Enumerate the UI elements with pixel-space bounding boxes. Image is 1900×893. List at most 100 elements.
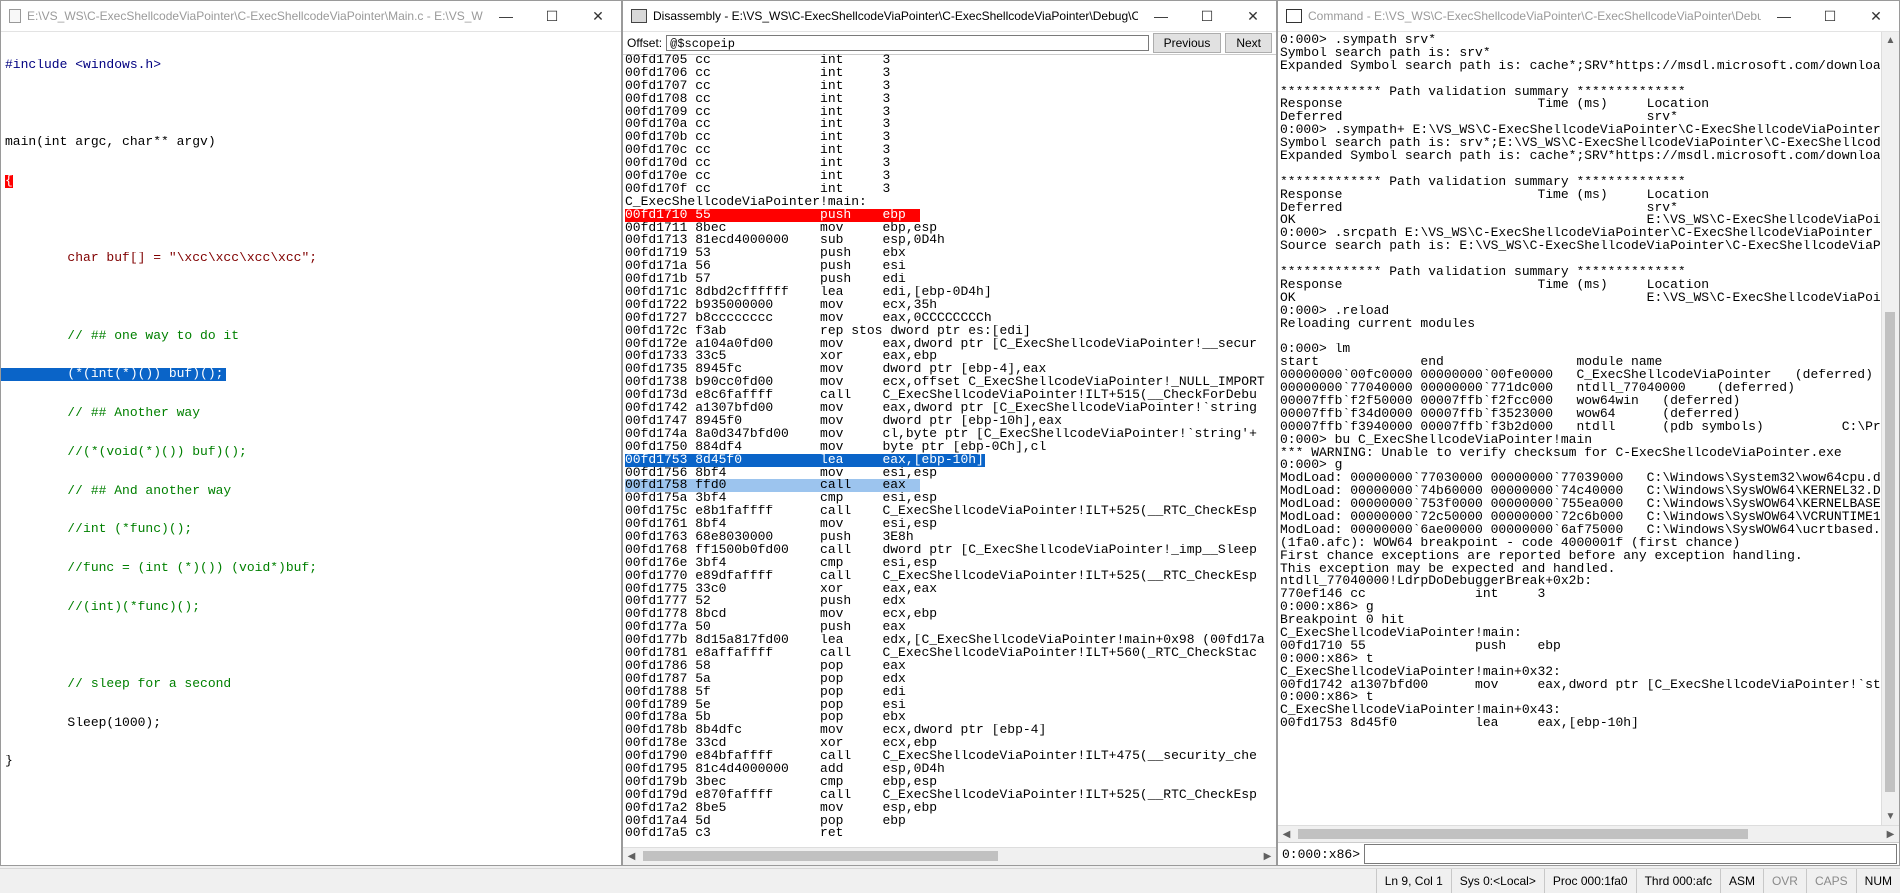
disassembly-line[interactable]: 00fd1722 b935000000 mov ecx,35h <box>625 299 1276 312</box>
disassembly-line[interactable]: 00fd177b 8d15a817fd00 lea edx,[C_ExecShe… <box>625 634 1276 647</box>
command-output-line: 00007ffb`f3940000 00007ffb`f3b2d000 ntdl… <box>1280 420 1880 434</box>
disassembly-line[interactable]: 00fd1705 cc int 3 <box>625 54 1276 67</box>
disassembly-line[interactable]: 00fd1768 ff1500b0fd00 call dword ptr [C_… <box>625 544 1276 557</box>
source-code-view[interactable]: #include <windows.h> main(int argc, char… <box>1 33 621 794</box>
disassembly-line[interactable]: 00fd1753 8d45f0 lea eax,[ebp-10h] <box>625 453 985 467</box>
disassembly-line[interactable]: 00fd170c cc int 3 <box>625 144 1276 157</box>
command-output-line: Expanded Symbol search path is: cache*;S… <box>1280 59 1880 73</box>
scroll-up-icon[interactable]: ▲ <box>1882 32 1899 49</box>
command-output-line: 0:000:x86> t <box>1280 691 1374 705</box>
disassembly-line[interactable]: 00fd1733 33c5 xor eax,ebp <box>625 350 1276 363</box>
disassembly-titlebar[interactable]: Disassembly - E:\VS_WS\C-ExecShellcodeVi… <box>623 1 1276 32</box>
disassembly-line[interactable]: 00fd170e cc int 3 <box>625 170 1276 183</box>
disassembly-line[interactable]: 00fd172e a104a0fd00 mov eax,dword ptr [C… <box>625 338 1276 351</box>
disassembly-line[interactable]: 00fd1719 53 push ebx <box>625 247 1276 260</box>
disassembly-line[interactable]: 00fd171b 57 push edi <box>625 273 1276 286</box>
disassembly-line[interactable]: 00fd1778 8bcd mov ecx,ebp <box>625 608 1276 621</box>
disassembly-line[interactable]: 00fd170d cc int 3 <box>625 157 1276 170</box>
command-horizontal-scrollbar[interactable]: ◀ ▶ <box>1278 825 1899 843</box>
disassembly-line[interactable]: 00fd1710 55 push ebp <box>625 208 920 222</box>
disassembly-line[interactable]: 00fd1708 cc int 3 <box>625 93 1276 106</box>
disassembly-line[interactable]: 00fd1761 8bf4 mov esi,esp <box>625 518 1276 531</box>
minimize-button[interactable]: — <box>483 1 529 31</box>
disassembly-line[interactable]: 00fd170f cc int 3 <box>625 183 1276 196</box>
command-vertical-scrollbar[interactable]: ▲ ▼ <box>1881 32 1899 825</box>
disassembly-line[interactable]: 00fd179b 3bec cmp ebp,esp <box>625 776 1276 789</box>
disassembly-line[interactable]: 00fd170a cc int 3 <box>625 118 1276 131</box>
disassembly-line[interactable]: 00fd170b cc int 3 <box>625 131 1276 144</box>
disassembly-line[interactable]: 00fd1738 b90cc0fd00 mov ecx,offset C_Exe… <box>625 376 1276 389</box>
disassembly-line[interactable]: C_ExecShellcodeViaPointer!main: <box>625 196 1276 209</box>
disassembly-line[interactable]: 00fd1713 81ecd4000000 sub esp,0D4h <box>625 234 1276 247</box>
previous-button[interactable]: Previous <box>1152 33 1222 53</box>
command-output-line: 0:000> .srcpath E:\VS_WS\C-ExecShellcode… <box>1280 227 1873 241</box>
minimize-button[interactable]: — <box>1761 1 1807 31</box>
disassembly-line[interactable]: 00fd1781 e8affaffff call C_ExecShellcode… <box>625 647 1276 660</box>
scrollbar-thumb[interactable] <box>1298 829 1748 839</box>
disassembly-line[interactable]: 00fd1790 e84bfaffff call C_ExecShellcode… <box>625 750 1276 763</box>
close-button[interactable]: ✕ <box>1853 1 1899 31</box>
disassembly-line[interactable]: 00fd178b 8b4dfc mov ecx,dword ptr [ebp-4… <box>625 724 1276 737</box>
next-button[interactable]: Next <box>1225 33 1272 53</box>
disassembly-line[interactable]: 00fd1788 5f pop edi <box>625 686 1276 699</box>
disassembly-line[interactable]: 00fd171a 56 push esi <box>625 260 1276 273</box>
disassembly-line[interactable]: 00fd177a 50 push eax <box>625 621 1276 634</box>
disassembly-line[interactable]: 00fd1775 33c0 xor eax,eax <box>625 583 1276 596</box>
disassembly-window[interactable]: Disassembly - E:\VS_WS\C-ExecShellcodeVi… <box>622 0 1277 866</box>
disassembly-line[interactable]: 00fd173d e8c6faffff call C_ExecShellcode… <box>625 389 1276 402</box>
scrollbar-thumb[interactable] <box>1885 312 1895 792</box>
disassembly-line[interactable]: 00fd1787 5a pop edx <box>625 673 1276 686</box>
close-button[interactable]: ✕ <box>575 1 621 31</box>
command-window[interactable]: Command - E:\VS_WS\C-ExecShellcodeViaPoi… <box>1277 0 1900 866</box>
disassembly-line[interactable]: 00fd1756 8bf4 mov esi,esp <box>625 467 1276 480</box>
disassembly-line[interactable]: 00fd171c 8dbd2cffffff lea edi,[ebp-0D4h] <box>625 286 1276 299</box>
scroll-right-icon[interactable]: ▶ <box>1259 848 1276 865</box>
maximize-button[interactable]: ☐ <box>1184 1 1230 31</box>
disassembly-line[interactable]: 00fd1789 5e pop esi <box>625 699 1276 712</box>
disassembly-line[interactable]: 00fd178a 5b pop ebx <box>625 711 1276 724</box>
disassembly-line[interactable]: 00fd179d e870faffff call C_ExecShellcode… <box>625 789 1276 802</box>
disassembly-line[interactable]: 00fd1747 8945f0 mov dword ptr [ebp-10h],… <box>625 415 1276 428</box>
disassembly-line[interactable]: 00fd1758 ffd0 call eax <box>625 479 920 493</box>
disassembly-line[interactable]: 00fd175a 3bf4 cmp esi,esp <box>625 492 1276 505</box>
close-button[interactable]: ✕ <box>1230 1 1276 31</box>
disassembly-listing[interactable]: 00fd1705 cc int 3 00fd1706 cc int 3 00fd17… <box>625 54 1276 840</box>
command-output[interactable]: 0:000> .sympath srv* Symbol search path i… <box>1280 34 1880 730</box>
command-input[interactable] <box>1364 844 1897 864</box>
maximize-button[interactable]: ☐ <box>529 1 575 31</box>
scroll-left-icon[interactable]: ◀ <box>623 848 640 865</box>
disassembly-line[interactable]: 00fd1763 68e8030000 push 3E8h <box>625 531 1276 544</box>
disassembly-line[interactable]: 00fd1709 cc int 3 <box>625 106 1276 119</box>
disassembly-line[interactable]: 00fd1742 a1307bfd00 mov eax,dword ptr [C… <box>625 402 1276 415</box>
maximize-button[interactable]: ☐ <box>1807 1 1853 31</box>
code-line: //func = (int (*)()) (void*)buf; <box>5 561 318 575</box>
disassembly-line[interactable]: 00fd1777 52 push edx <box>625 595 1276 608</box>
disassembly-line[interactable]: 00fd1727 b8cccccccc mov eax,0CCCCCCCCh <box>625 312 1276 325</box>
disassembly-line[interactable]: 00fd1706 cc int 3 <box>625 67 1276 80</box>
disassembly-horizontal-scrollbar[interactable]: ◀ ▶ <box>623 847 1276 865</box>
offset-input[interactable]: @$scopeip <box>666 35 1149 51</box>
disassembly-line[interactable]: 00fd172c f3ab rep stos dword ptr es:[edi… <box>625 325 1276 338</box>
disassembly-line[interactable]: 00fd175c e8b1faffff call C_ExecShellcode… <box>625 505 1276 518</box>
disassembly-line[interactable]: 00fd1795 81c4d4000000 add esp,0D4h <box>625 763 1276 776</box>
scrollbar-thumb[interactable] <box>643 851 998 861</box>
disassembly-line[interactable]: 00fd17a2 8be5 mov esp,ebp <box>625 802 1276 815</box>
source-titlebar[interactable]: E:\VS_WS\C-ExecShellcodeViaPointer\C-Exe… <box>1 1 621 32</box>
disassembly-line[interactable]: 00fd1786 58 pop eax <box>625 660 1276 673</box>
disassembly-line[interactable]: 00fd174a 8a0d347bfd00 mov cl,byte ptr [C… <box>625 428 1276 441</box>
source-window[interactable]: E:\VS_WS\C-ExecShellcodeViaPointer\C-Exe… <box>0 0 622 866</box>
disassembly-line[interactable]: 00fd1735 8945fc mov dword ptr [ebp-4],ea… <box>625 363 1276 376</box>
disassembly-line[interactable]: 00fd1711 8bec mov ebp,esp <box>625 222 1276 235</box>
disassembly-line[interactable]: 00fd178e 33cd xor ecx,ebp <box>625 737 1276 750</box>
disassembly-line[interactable]: 00fd17a5 c3 ret <box>625 827 1276 840</box>
minimize-button[interactable]: — <box>1138 1 1184 31</box>
scroll-right-icon[interactable]: ▶ <box>1882 826 1899 843</box>
scroll-left-icon[interactable]: ◀ <box>1278 826 1295 843</box>
disassembly-line[interactable]: 00fd1707 cc int 3 <box>625 80 1276 93</box>
scroll-down-icon[interactable]: ▼ <box>1882 808 1899 825</box>
disassembly-line[interactable]: 00fd176e 3bf4 cmp esi,esp <box>625 557 1276 570</box>
disassembly-line[interactable]: 00fd1750 884df4 mov byte ptr [ebp-0Ch],c… <box>625 441 1276 454</box>
disassembly-line[interactable]: 00fd1770 e89dfaffff call C_ExecShellcode… <box>625 570 1276 583</box>
disassembly-line[interactable]: 00fd17a4 5d pop ebp <box>625 815 1276 828</box>
command-titlebar[interactable]: Command - E:\VS_WS\C-ExecShellcodeViaPoi… <box>1278 1 1899 32</box>
